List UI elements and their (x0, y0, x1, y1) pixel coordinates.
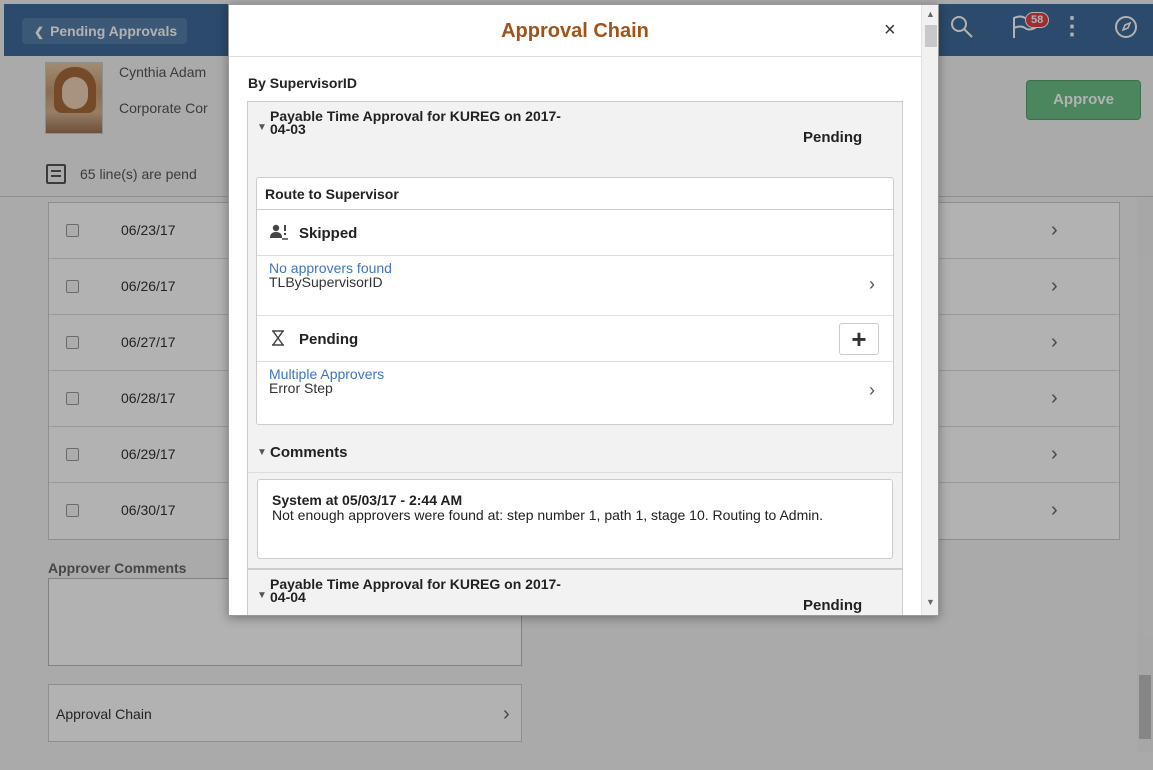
section-header[interactable]: ▼ Payable Time Approval for KUREG on 201… (248, 102, 902, 158)
approver-row[interactable]: Multiple Approvers Error Step › (257, 362, 893, 422)
step-header-pending: Pending + (257, 316, 893, 362)
step-header-skipped: Skipped (257, 210, 893, 256)
approval-chain-modal: Approval Chain × By SupervisorID ▼ Payab… (228, 4, 939, 616)
comment-meta: System at 05/03/17 - 2:44 AM (272, 492, 463, 508)
modal-scrollbar[interactable]: ▲ ▼ (921, 5, 938, 615)
section-status: Pending (803, 129, 863, 146)
hourglass-icon (269, 329, 289, 347)
collapse-triangle-icon[interactable]: ▼ (257, 122, 267, 133)
user-skip-icon (269, 223, 289, 241)
route-card: Route to Supervisor Skipped No approvers… (256, 177, 894, 425)
approver-detail: Error Step (269, 380, 333, 396)
route-header: Route to Supervisor (257, 178, 893, 210)
chevron-right-icon[interactable]: › (869, 274, 875, 295)
section-header[interactable]: ▼ Payable Time Approval for KUREG on 201… (248, 570, 902, 615)
section-title: Payable Time Approval for KUREG on 2017-… (270, 576, 561, 605)
route-title: Route to Supervisor (265, 186, 399, 202)
approver-row[interactable]: No approvers found TLBySupervisorID › (257, 256, 893, 316)
step-label: Skipped (299, 225, 358, 242)
section-title: Payable Time Approval for KUREG on 2017-… (270, 108, 561, 137)
approval-section: ▼ Payable Time Approval for KUREG on 201… (247, 569, 903, 615)
approver-detail: TLBySupervisorID (269, 274, 383, 290)
chevron-right-icon[interactable]: › (869, 380, 875, 401)
comment-card: System at 05/03/17 - 2:44 AM Not enough … (257, 479, 893, 559)
scroll-down-icon[interactable]: ▼ (926, 597, 935, 607)
comments-section: ▼ Comments System at 05/03/17 - 2:44 AM … (247, 433, 903, 569)
modal-title: Approval Chain (501, 20, 649, 42)
group-label: By SupervisorID (248, 75, 357, 91)
modal-header: Approval Chain × (229, 5, 938, 57)
comments-header[interactable]: ▼ Comments (248, 433, 902, 473)
scroll-thumb[interactable] (925, 25, 937, 47)
collapse-triangle-icon[interactable]: ▼ (257, 447, 267, 458)
modal-body: By SupervisorID ▼ Payable Time Approval … (229, 58, 921, 615)
section-status: Pending (803, 597, 863, 614)
add-approver-button[interactable]: + (839, 323, 879, 355)
step-label: Pending (299, 331, 359, 348)
comment-text: Not enough approvers were found at: step… (272, 507, 824, 523)
close-icon[interactable]: × (884, 19, 896, 42)
collapse-triangle-icon[interactable]: ▼ (257, 590, 267, 601)
comments-title: Comments (270, 444, 348, 461)
scroll-up-icon[interactable]: ▲ (926, 9, 935, 19)
